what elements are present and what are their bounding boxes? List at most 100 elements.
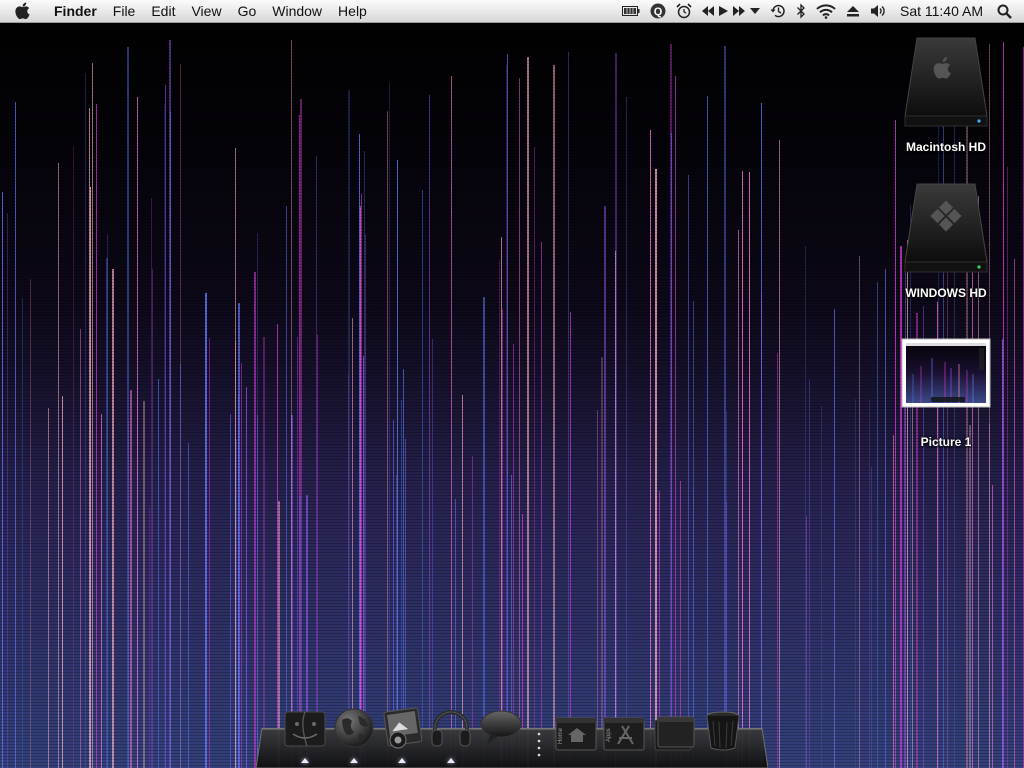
menu-window[interactable]: Window <box>264 0 330 22</box>
wallpaper-streak <box>62 396 63 768</box>
trash-icon[interactable] <box>699 706 747 754</box>
spotlight-icon[interactable] <box>992 0 1024 22</box>
wallpaper-streak <box>877 282 878 768</box>
wallpaper-streak <box>779 140 780 768</box>
apple-menu-icon[interactable] <box>0 0 46 22</box>
wallpaper-streak <box>527 57 529 768</box>
wallpaper-streak <box>507 54 508 768</box>
wifi-icon[interactable] <box>811 0 841 22</box>
wallpaper-streak <box>209 338 210 768</box>
wallpaper-streak <box>805 246 806 768</box>
wallpaper-streak <box>693 301 694 768</box>
menu-app-name[interactable]: Finder <box>46 0 105 22</box>
wallpaper-streak <box>821 406 822 768</box>
dock-separator[interactable] <box>537 730 541 762</box>
itunes-controls-icon[interactable] <box>697 0 765 22</box>
wallpaper-streak <box>724 46 726 768</box>
menu-view[interactable]: View <box>183 0 229 22</box>
menubar-clock[interactable]: Sat 11:40 AM <box>891 0 992 22</box>
wallpaper-streak <box>483 297 485 768</box>
wallpaper-streak <box>506 65 507 768</box>
applications-folder-icon[interactable]: Apps <box>600 708 648 756</box>
desktop-icon-macintosh-hd[interactable]: Macintosh HD <box>891 32 1001 154</box>
running-indicator <box>447 758 455 763</box>
volume-icon[interactable] <box>865 0 891 22</box>
wallpaper-streak <box>907 240 908 768</box>
wallpaper-streak <box>359 134 360 768</box>
wallpaper-streak <box>893 435 894 768</box>
wallpaper-streak <box>73 146 74 768</box>
alarm-icon[interactable] <box>671 0 697 22</box>
wallpaper-streak <box>241 363 242 768</box>
wallpaper-streak <box>137 97 138 768</box>
wallpaper-streak <box>151 198 152 768</box>
wallpaper-streak <box>869 400 870 768</box>
menu-edit[interactable]: Edit <box>143 0 183 22</box>
home-folder-icon[interactable]: Home <box>552 708 600 756</box>
wallpaper-streak <box>188 443 189 768</box>
wallpaper-streak <box>30 279 31 768</box>
desktop-icon-windows-hd[interactable]: WINDOWS HD <box>891 178 1001 300</box>
wallpaper-streak <box>58 163 59 768</box>
wallpaper-streak <box>742 171 743 768</box>
wallpaper-streak <box>969 425 971 768</box>
wallpaper-streak <box>360 206 361 768</box>
battery-icon[interactable] <box>617 0 645 22</box>
time-machine-icon[interactable] <box>765 0 791 22</box>
wallpaper-streak <box>257 415 258 768</box>
wallpaper-streak <box>254 272 256 768</box>
wallpaper-streak <box>387 111 388 768</box>
wallpaper-streak <box>553 65 555 768</box>
eject-icon[interactable] <box>841 0 865 22</box>
wallpaper-streak <box>130 390 132 768</box>
wallpaper-streak <box>1014 356 1015 768</box>
bluetooth-icon[interactable] <box>791 0 811 22</box>
wallpaper-streak <box>834 309 835 768</box>
stack-folder-icon[interactable] <box>650 708 698 756</box>
menu-bar: Finder File Edit View Go Window Help Q S… <box>0 0 1024 23</box>
wallpaper-streak <box>855 399 856 768</box>
hard-drive-windows-icon <box>904 183 988 273</box>
wallpaper-streak <box>205 293 207 768</box>
running-indicator <box>350 758 358 763</box>
finder-icon[interactable] <box>281 704 329 752</box>
wallpaper-streak <box>806 516 807 768</box>
speech-bubble-icon[interactable] <box>477 704 525 752</box>
wallpaper-streak <box>519 78 520 768</box>
wallpaper-streak <box>127 47 129 768</box>
desktop-icon-picture-1[interactable]: Picture 1 <box>891 338 1001 449</box>
wallpaper-streak <box>164 104 165 768</box>
photo-app-icon[interactable] <box>378 704 426 752</box>
menu-help[interactable]: Help <box>330 0 375 22</box>
wallpaper-streak <box>501 237 502 768</box>
wallpaper-streak <box>22 298 23 768</box>
wallpaper-streak <box>361 194 362 768</box>
wallpaper-streak <box>809 380 810 768</box>
hard-drive-apple-icon <box>904 37 988 127</box>
wallpaper-light-streaks <box>2 40 1024 768</box>
wallpaper-streak <box>170 111 171 768</box>
menu-go[interactable]: Go <box>230 0 265 22</box>
wallpaper-streak <box>230 414 231 768</box>
menu-file[interactable]: File <box>105 0 144 22</box>
wallpaper-streak <box>604 206 606 768</box>
wallpaper-streak <box>947 256 948 768</box>
wallpaper-streak <box>277 324 278 768</box>
wallpaper-streak <box>502 309 503 768</box>
wallpaper-streak <box>568 52 569 768</box>
wallpaper-streak <box>541 242 542 768</box>
wallpaper-streak <box>364 151 365 768</box>
wallpaper-streak <box>534 147 535 768</box>
wallpaper-streak <box>422 190 423 768</box>
wallpaper-streak <box>352 318 353 768</box>
wallpaper-streak <box>1002 339 1003 768</box>
headphones-icon[interactable] <box>427 704 475 752</box>
wallpaper-streak <box>235 148 236 768</box>
globe-browser-icon[interactable] <box>330 704 378 752</box>
wallpaper-streak <box>90 187 91 768</box>
wallpaper-streak <box>885 269 886 768</box>
quicksilver-icon[interactable]: Q <box>645 0 671 22</box>
wallpaper-streak <box>158 379 159 768</box>
wallpaper-streak <box>2 192 3 768</box>
wallpaper-streak <box>238 395 239 768</box>
